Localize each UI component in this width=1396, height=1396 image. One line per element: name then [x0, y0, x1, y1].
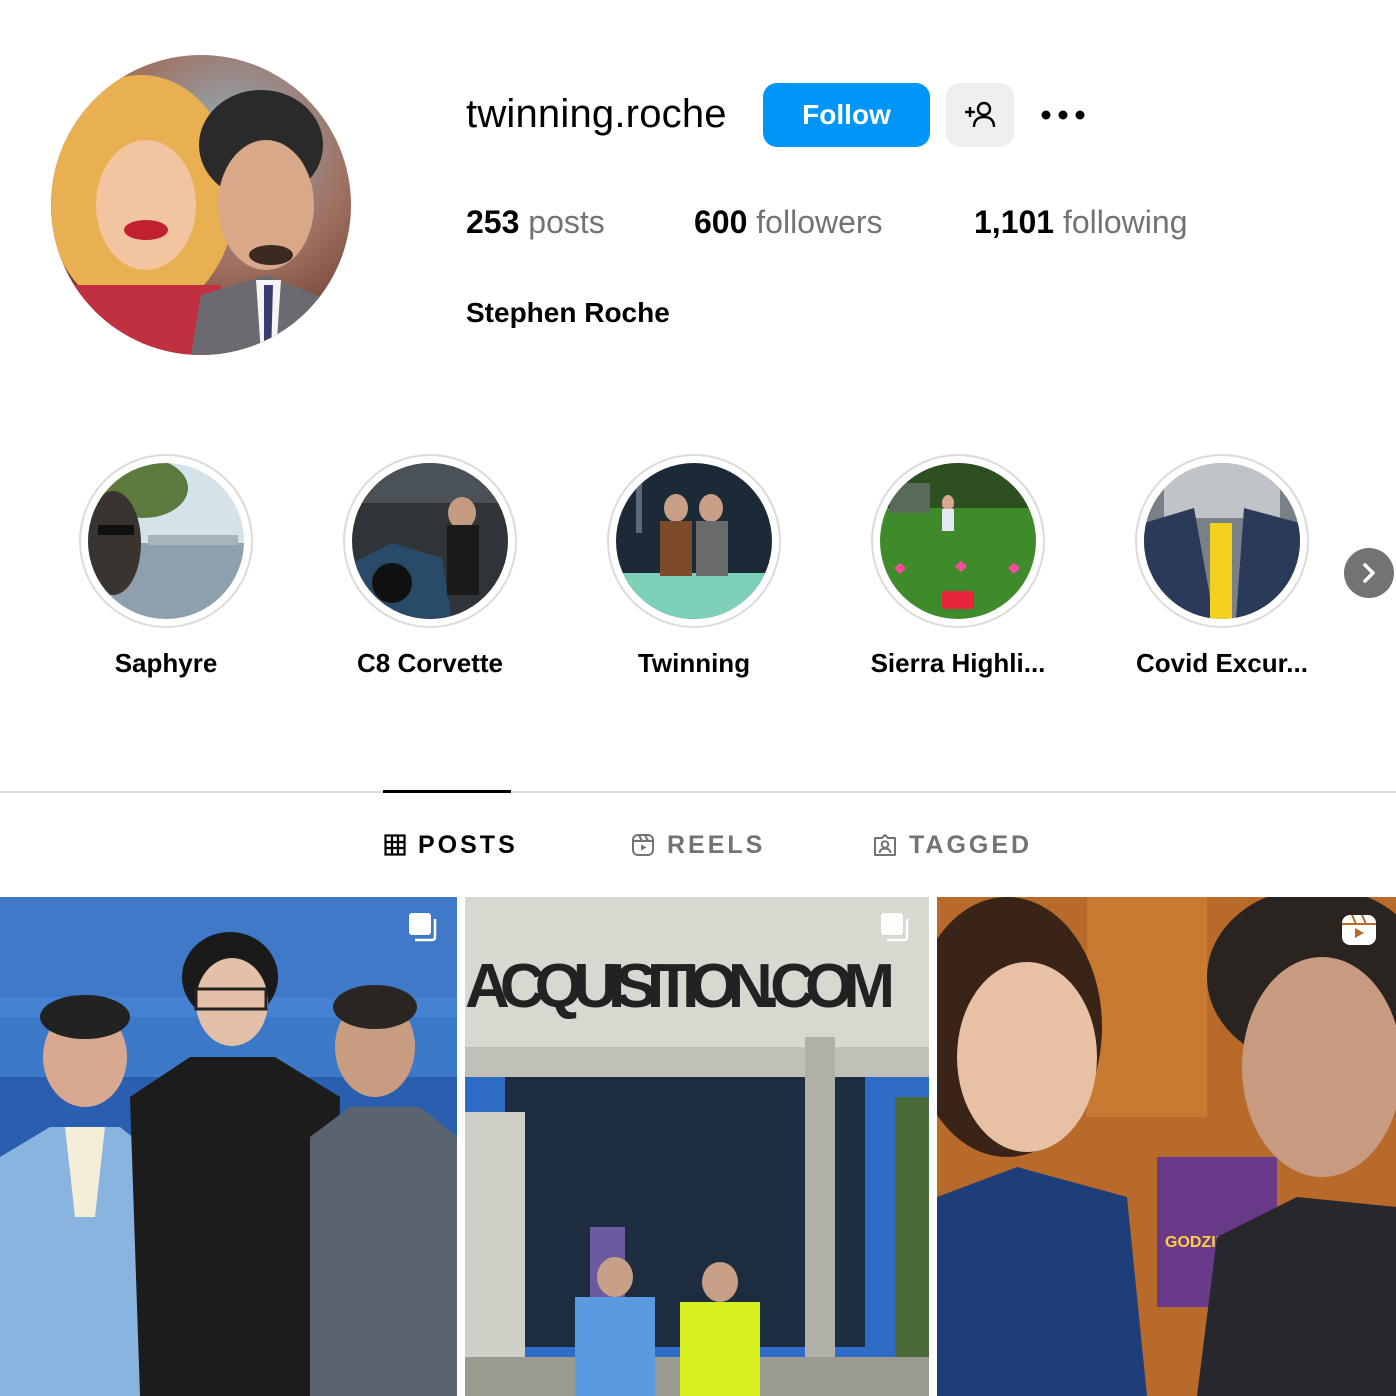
posts-count: 253 [466, 204, 520, 240]
highlight-twinning[interactable]: Twinning [607, 454, 781, 678]
highlight-ring [343, 454, 517, 628]
username: twinning.roche [466, 92, 727, 136]
posts-stat: 253 posts [466, 204, 605, 241]
tagged-icon [874, 834, 896, 856]
highlight-ring [79, 454, 253, 628]
tab-tagged[interactable]: TAGGED [873, 830, 1032, 860]
highlight-saphyre[interactable]: Saphyre [79, 454, 253, 678]
highlight-label: Covid Excur... [1136, 648, 1308, 678]
highlight-label: C8 Corvette [357, 648, 503, 678]
building-sign-text: ACQUISITION.COM [465, 952, 895, 1021]
post-photo: GODZILLA x KONG [937, 897, 1396, 1396]
post-photo: ACQUISITION.COM [465, 897, 929, 1396]
highlight-cover [880, 463, 1036, 619]
highlights-next-button[interactable] [1344, 548, 1394, 598]
highlight-cover [616, 463, 772, 619]
reels-icon [632, 834, 654, 856]
tab-posts-label: POSTS [418, 830, 518, 859]
tabs-divider [0, 791, 1396, 793]
post-photo [0, 897, 457, 1396]
highlight-label: Sierra Highli... [870, 648, 1046, 678]
carousel-icon [881, 913, 909, 942]
highlight-label: Saphyre [114, 648, 218, 678]
highlight-cover [88, 463, 244, 619]
tab-reels[interactable]: REELS [631, 830, 765, 860]
grid-icon [384, 834, 406, 856]
post-tile[interactable] [0, 897, 457, 1396]
suggested-accounts-button[interactable] [946, 83, 1014, 147]
highlight-label: Twinning [637, 648, 751, 678]
post-tile[interactable]: ACQUISITION.COM [465, 897, 929, 1396]
profile-page: twinning.roche Follow 253 posts 600 foll… [0, 0, 1396, 1396]
chevron-right-icon [1363, 563, 1375, 583]
highlight-ring [1135, 454, 1309, 628]
active-tab-indicator [383, 790, 511, 793]
followers-label: followers [756, 204, 883, 240]
following-label: following [1062, 204, 1188, 240]
avatar-photo [51, 55, 351, 355]
follow-button[interactable]: Follow [763, 83, 930, 147]
more-icon [1041, 110, 1085, 120]
reel-icon [1342, 914, 1376, 945]
following-count: 1,101 [974, 204, 1055, 240]
more-options-button[interactable] [1036, 96, 1090, 134]
tab-tagged-label: TAGGED [909, 830, 1033, 859]
highlight-sierra[interactable]: Sierra Highli... [871, 454, 1045, 678]
add-person-icon [965, 101, 996, 128]
carousel-icon [409, 913, 437, 942]
tab-reels-label: REELS [667, 830, 766, 859]
profile-avatar[interactable] [51, 55, 351, 355]
following-stat[interactable]: 1,101 following [974, 204, 1187, 241]
tab-posts[interactable]: POSTS [384, 830, 518, 860]
followers-stat[interactable]: 600 followers [694, 204, 883, 241]
highlight-c8-corvette[interactable]: C8 Corvette [343, 454, 517, 678]
highlight-covid-excursion[interactable]: Covid Excur... [1135, 454, 1309, 678]
highlight-cover [1144, 463, 1300, 619]
followers-count: 600 [694, 204, 748, 240]
post-tile[interactable]: GODZILLA x KONG [937, 897, 1396, 1396]
highlight-cover [352, 463, 508, 619]
posts-label: posts [528, 204, 605, 240]
highlight-ring [871, 454, 1045, 628]
highlight-ring [607, 454, 781, 628]
full-name: Stephen Roche [466, 297, 670, 328]
